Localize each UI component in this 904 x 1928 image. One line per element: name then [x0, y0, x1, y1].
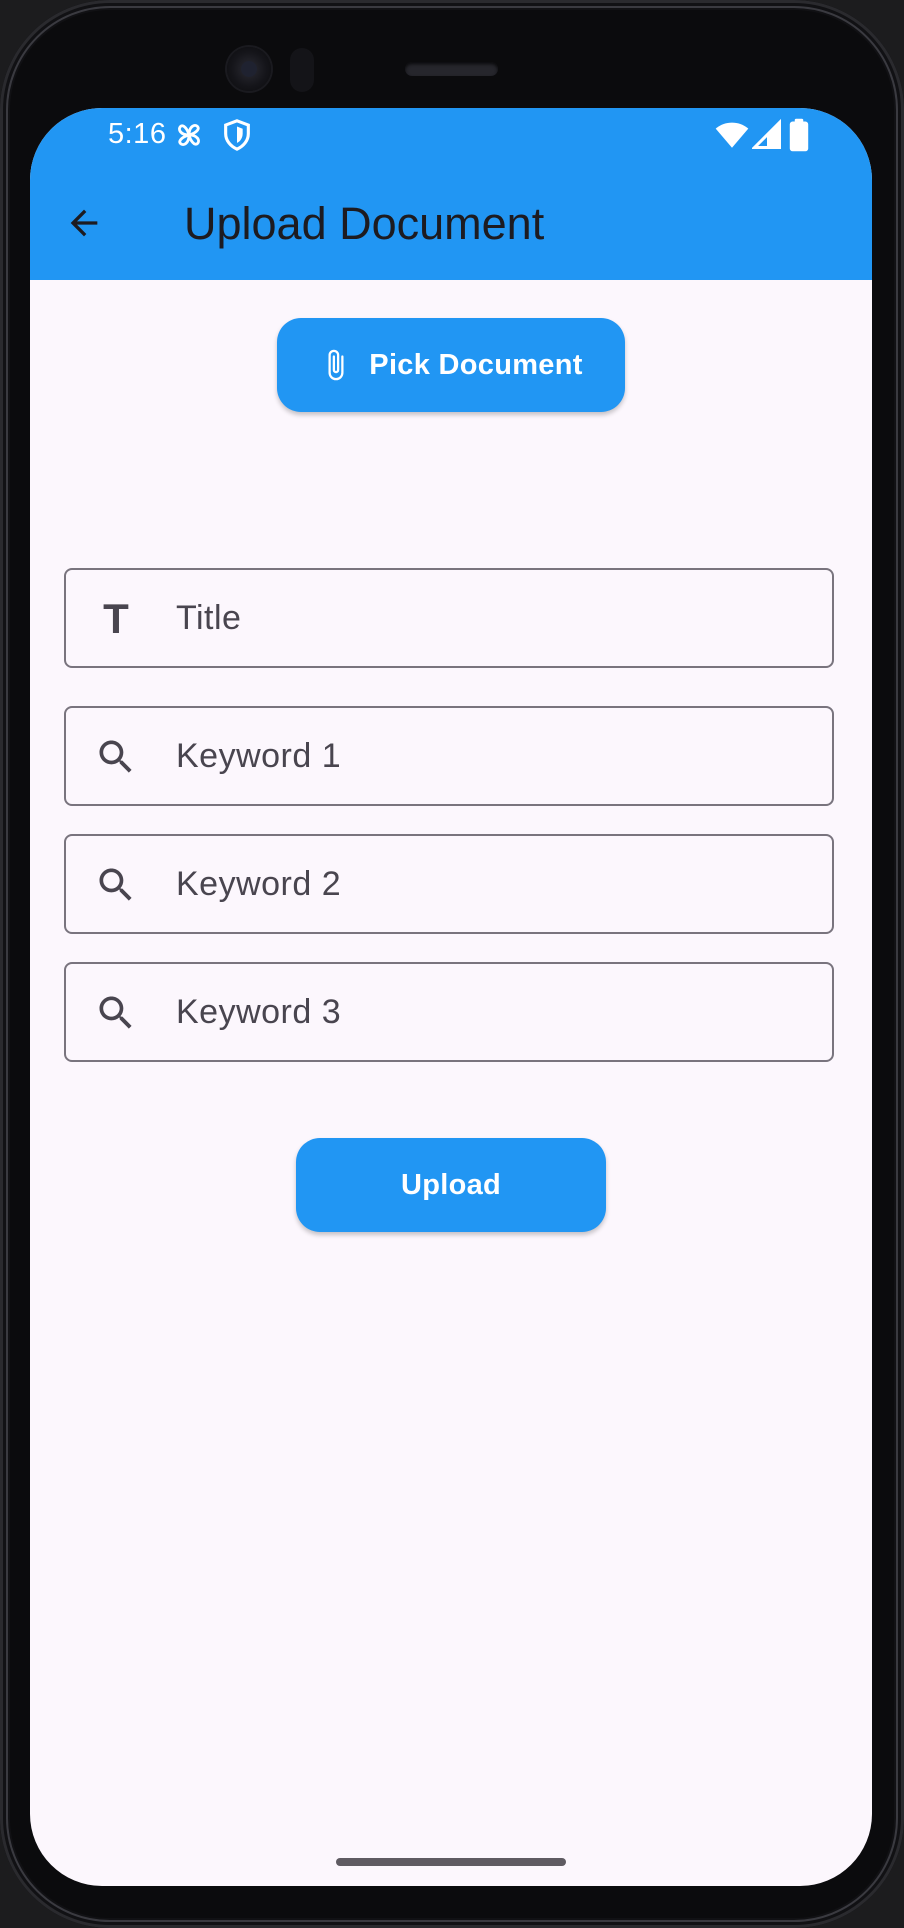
search-icon — [94, 735, 138, 779]
signal-icon — [752, 118, 781, 149]
paperclip-icon — [328, 349, 344, 381]
back-button[interactable] — [54, 193, 114, 253]
home-indicator[interactable] — [336, 1858, 566, 1866]
status-time: 5:16 — [108, 118, 167, 150]
earpiece-speaker — [405, 62, 498, 76]
keyword-2-input[interactable] — [176, 836, 816, 932]
fan-icon — [178, 124, 200, 146]
app-screen: 5:16 Upload Document Pick Document T Tit… — [30, 108, 872, 1886]
keyword-3-input[interactable] — [176, 964, 816, 1060]
keyword-3-field[interactable] — [64, 962, 834, 1062]
arrow-back-icon — [70, 209, 98, 237]
proximity-sensor — [290, 48, 314, 92]
front-camera — [227, 47, 271, 91]
page-title: Upload Document — [184, 198, 545, 249]
status-bar: 5:16 — [30, 108, 872, 166]
title-t-icon: T — [103, 595, 129, 642]
keyword-1-field[interactable] — [64, 706, 834, 806]
shield-icon — [224, 119, 250, 151]
title-field[interactable]: T — [64, 568, 834, 668]
upload-button[interactable]: Upload — [296, 1138, 606, 1232]
phone-frame: 5:16 Upload Document Pick Document T Tit… — [0, 0, 904, 1928]
pick-document-label: Pick Document — [369, 348, 583, 381]
title-input[interactable] — [176, 570, 816, 666]
app-bar: Upload Document — [30, 166, 872, 280]
upload-label: Upload — [400, 1168, 502, 1201]
keyword-2-field[interactable] — [64, 834, 834, 934]
keyword-1-input[interactable] — [176, 708, 816, 804]
battery-icon — [789, 118, 809, 152]
search-icon — [94, 863, 138, 907]
search-icon — [94, 991, 138, 1035]
wifi-icon — [715, 122, 749, 148]
pick-document-button[interactable]: Pick Document — [277, 318, 625, 412]
